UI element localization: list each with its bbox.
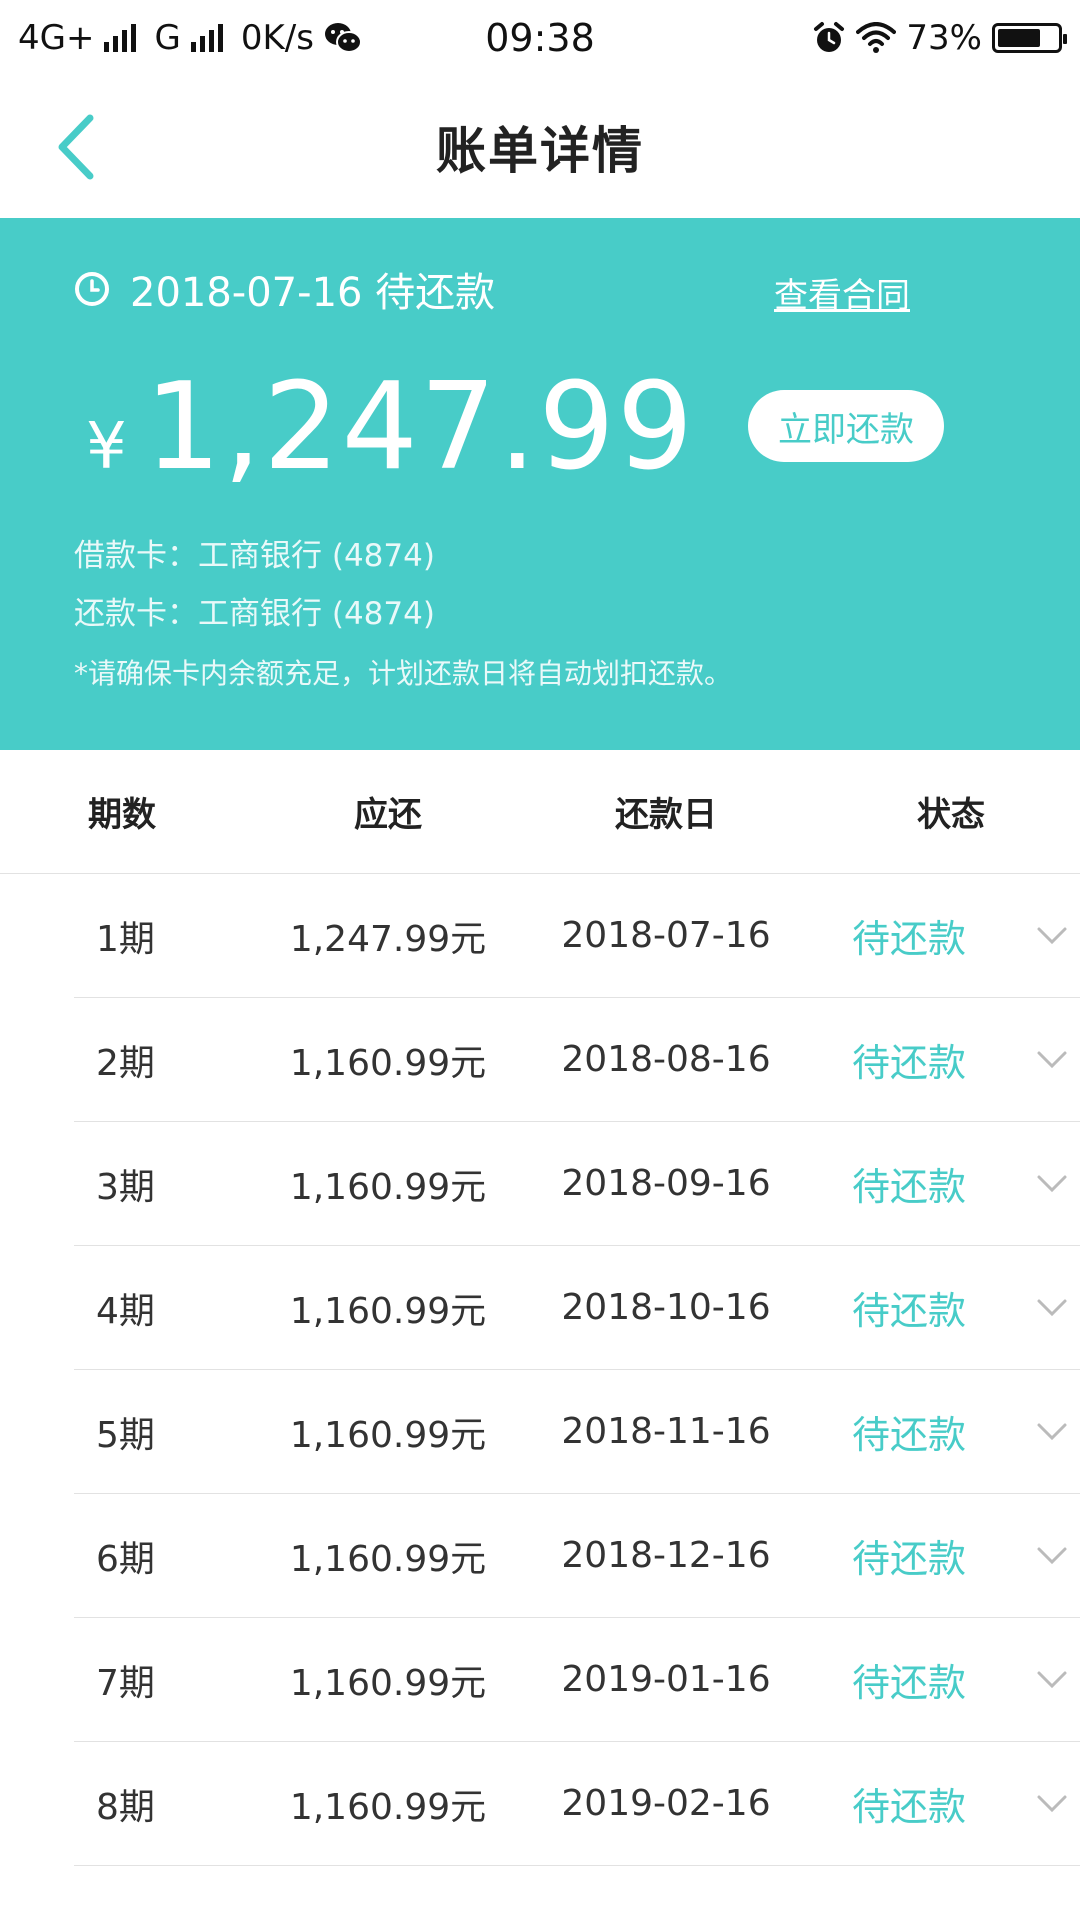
chevron-down-icon[interactable] [1034,1166,1070,1202]
currency-symbol: ¥ [86,410,127,484]
page-title: 账单详情 [436,122,644,180]
table-row[interactable]: 6期 1,160.99元 2018-12-16 待还款 [74,1494,1080,1618]
row-period: 2期 [96,1042,155,1084]
row-period: 4期 [96,1290,155,1332]
chevron-down-icon[interactable] [1034,1538,1070,1574]
row-status: 待还款 [851,1165,966,1209]
row-status: 待还款 [851,1041,966,1085]
row-date: 2019-02-16 [561,1783,771,1824]
table-row[interactable]: 8期 1,160.99元 2019-02-16 待还款 [74,1742,1080,1866]
table-row[interactable]: 1期 1,247.99元 2018-07-16 待还款 [74,874,1080,998]
row-status: 待还款 [851,1413,966,1457]
table-row[interactable]: 3期 1,160.99元 2018-09-16 待还款 [74,1122,1080,1246]
installment-list: 1期 1,247.99元 2018-07-16 待还款 2期 1,160.99元… [74,874,1080,1866]
status-left: 4G+ G 0K/s [18,18,362,58]
wifi-icon [856,22,897,54]
header-date: 还款日 [615,795,717,835]
back-arrow-icon[interactable] [52,112,98,182]
clock-icon [74,271,110,307]
row-date: 2019-01-16 [561,1659,771,1700]
chevron-down-icon[interactable] [1034,1662,1070,1698]
alarm-icon [812,21,846,55]
row-status: 待还款 [851,1537,966,1581]
network-type-1: 4G+ [18,18,95,58]
amount-row: ¥ 1,247.99 [86,358,695,497]
due-date-row: 2018-07-16 待还款 [74,260,495,318]
signal-icon-2 [190,24,223,52]
header-amount: 应还 [354,795,422,835]
row-period: 8期 [96,1786,155,1828]
chevron-down-icon[interactable] [1034,1414,1070,1450]
signal-icon [104,24,137,52]
table-row[interactable]: 2期 1,160.99元 2018-08-16 待还款 [74,998,1080,1122]
row-amount: 1,160.99元 [289,1290,487,1332]
row-date: 2018-09-16 [561,1163,771,1204]
table-row[interactable]: 7期 1,160.99元 2019-01-16 待还款 [74,1618,1080,1742]
row-amount: 1,160.99元 [289,1662,487,1704]
header-period: 期数 [88,795,156,835]
row-date: 2018-07-16 [561,915,771,956]
repay-card-info: 还款卡：工商银行 (4874) [74,596,435,632]
row-date: 2018-12-16 [561,1535,771,1576]
row-period: 7期 [96,1662,155,1704]
row-status: 待还款 [851,1289,966,1333]
loan-card-info: 借款卡：工商银行 (4874) [74,538,435,574]
battery-percent: 73% [906,18,982,58]
row-amount: 1,160.99元 [289,1166,487,1208]
view-contract-link[interactable]: 查看合同 [774,268,910,317]
due-amount: 1,247.99 [144,358,696,497]
network-speed: 0K/s [240,18,314,58]
row-amount: 1,160.99元 [289,1538,487,1580]
due-date-text: 2018-07-16 待还款 [130,270,496,316]
row-status: 待还款 [851,1785,966,1829]
table-row[interactable]: 4期 1,160.99元 2018-10-16 待还款 [74,1246,1080,1370]
row-amount: 1,160.99元 [289,1786,487,1828]
row-date: 2018-11-16 [561,1411,771,1452]
header-status: 状态 [917,795,985,835]
chevron-down-icon[interactable] [1034,1786,1070,1822]
installment-table-header: 期数 应还 还款日 状态 [0,750,1080,874]
row-date: 2018-08-16 [561,1039,771,1080]
wechat-icon [324,21,362,55]
status-bar: 4G+ G 0K/s 09:38 73% [0,0,1080,76]
row-amount: 1,247.99元 [289,918,487,960]
row-period: 6期 [96,1538,155,1580]
battery-fill [998,29,1041,47]
row-period: 5期 [96,1414,155,1456]
row-amount: 1,160.99元 [289,1042,487,1084]
bill-summary-card: 2018-07-16 待还款 查看合同 ¥ 1,247.99 立即还款 借款卡：… [0,218,1080,750]
row-amount: 1,160.99元 [289,1414,487,1456]
status-right: 73% [812,18,1067,58]
auto-debit-note: *请确保卡内余额充足，计划还款日将自动划扣还款。 [74,657,733,690]
battery-icon [992,23,1067,53]
repay-now-button[interactable]: 立即还款 [748,390,944,462]
row-period: 1期 [96,918,155,960]
row-status: 待还款 [851,917,966,961]
table-row[interactable]: 5期 1,160.99元 2018-11-16 待还款 [74,1370,1080,1494]
row-period: 3期 [96,1166,155,1208]
nav-bar: 账单详情 [0,76,1080,218]
chevron-down-icon[interactable] [1034,918,1070,954]
chevron-down-icon[interactable] [1034,1042,1070,1078]
row-date: 2018-10-16 [561,1287,771,1328]
chevron-down-icon[interactable] [1034,1290,1070,1326]
network-type-2: G [154,18,181,58]
row-status: 待还款 [851,1661,966,1705]
